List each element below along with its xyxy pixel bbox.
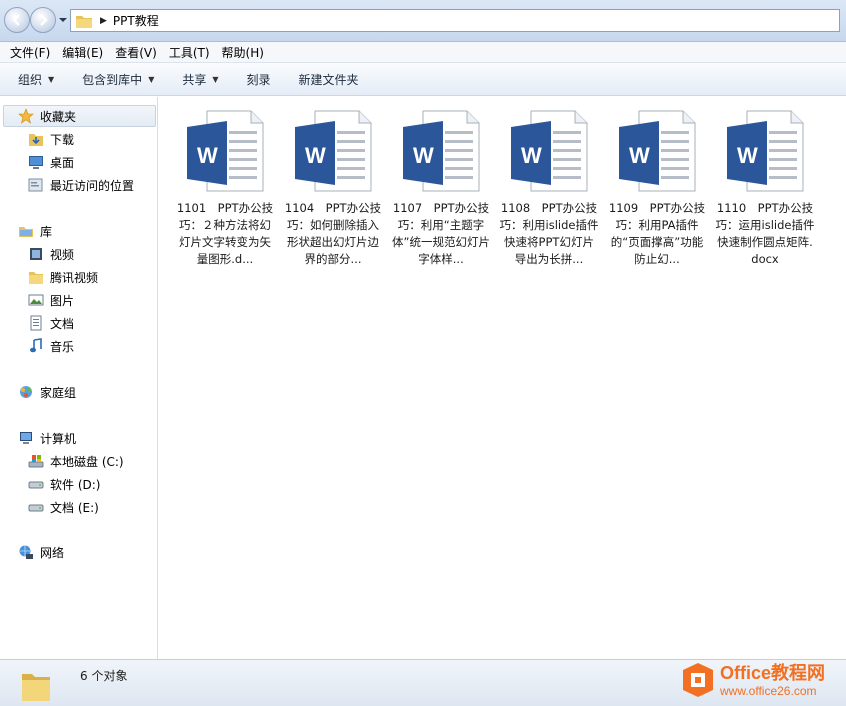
svg-text:W: W <box>629 143 650 168</box>
file-item[interactable]: W 1107 PPT办公技巧：利用“主题字体”统一规范幻灯片字体样... <box>391 97 491 267</box>
back-button[interactable] <box>4 7 30 33</box>
folder-icon <box>76 15 92 28</box>
nav-item-downloads[interactable]: 下载 <box>28 128 74 150</box>
nav-item-drive-d[interactable]: 软件 (D:) <box>28 473 100 495</box>
word-document-icon: W <box>619 110 696 192</box>
navigation-pane: 收藏夹 下载 桌面 最近访问的位置 库 视频 腾讯视频 图片 文档 音乐 家庭组 <box>0 97 158 659</box>
word-document-icon: W <box>511 110 588 192</box>
nav-item-videos[interactable]: 视频 <box>28 243 74 265</box>
share-button[interactable]: 共享 ▼ <box>174 71 226 88</box>
chevron-down-icon: ▼ <box>212 74 219 84</box>
file-name: 1108 PPT办公技巧：利用islide插件快速将PPT幻灯片导出为长拼... <box>499 201 599 266</box>
arrow-left-icon <box>12 14 20 26</box>
file-item[interactable]: W 1110 PPT办公技巧：运用islide插件快速制作圆点矩阵.docx <box>715 97 815 267</box>
drive-icon <box>28 504 44 512</box>
include-in-library-button[interactable]: 包含到库中 ▼ <box>74 71 162 88</box>
menu-tools[interactable]: 工具(T) <box>163 44 216 61</box>
chevron-down-icon: ▼ <box>48 74 55 84</box>
nav-item-music[interactable]: 音乐 <box>28 335 74 357</box>
menu-edit[interactable]: 编辑(E) <box>56 44 109 61</box>
desktop-icon <box>29 156 43 169</box>
watermark-logo: Office教程网 www.office26.com <box>680 657 846 703</box>
word-document-icon: W <box>187 110 264 192</box>
homegroup-icon <box>20 386 32 398</box>
network-icon <box>19 545 33 559</box>
library-icon <box>19 227 33 237</box>
new-folder-button[interactable]: 新建文件夹 <box>291 71 367 88</box>
menu-view[interactable]: 查看(V) <box>109 44 163 61</box>
folder-icon <box>22 674 50 701</box>
file-name: 1110 PPT办公技巧：运用islide插件快速制作圆点矩阵.docx <box>715 201 815 266</box>
system-drive-icon <box>28 455 44 468</box>
nav-network[interactable]: 网络 <box>18 541 64 563</box>
file-name: 1101 PPT办公技巧：２种方法将幻灯片文字转变为矢量图形.d... <box>176 201 274 266</box>
folder-icon <box>29 272 43 284</box>
command-bar: 组织 ▼ 包含到库中 ▼ 共享 ▼ 刻录 新建文件夹 <box>0 63 846 96</box>
menu-file[interactable]: 文件(F) <box>4 44 56 61</box>
office-logo-icon <box>683 663 713 697</box>
address-bar: ▶ PPT教程 <box>0 0 846 42</box>
nav-item-desktop[interactable]: 桌面 <box>28 151 74 173</box>
nav-item-documents[interactable]: 文档 <box>28 312 74 334</box>
computer-icon <box>20 432 32 444</box>
file-name: 1107 PPT办公技巧：利用“主题字体”统一规范幻灯片字体样... <box>392 201 490 266</box>
svg-text:W: W <box>197 143 218 168</box>
picture-icon <box>28 294 44 306</box>
music-icon <box>30 338 42 353</box>
breadcrumb-separator-icon[interactable]: ▶ <box>100 16 107 26</box>
forward-button[interactable] <box>30 7 56 33</box>
svg-text:W: W <box>305 143 326 168</box>
watermark-title: Office教程网 <box>720 662 826 683</box>
word-document-icon: W <box>403 110 480 192</box>
file-list: W 1101 PPT办公技巧：２种方法将幻灯片文字转变为矢量图形.d... W … <box>159 97 846 659</box>
organize-button[interactable]: 组织 ▼ <box>10 71 62 88</box>
menu-help[interactable]: 帮助(H) <box>216 44 270 61</box>
nav-libraries[interactable]: 库 <box>18 220 52 242</box>
nav-item-pictures[interactable]: 图片 <box>28 289 74 311</box>
recent-pages-dropdown-icon[interactable] <box>58 15 68 25</box>
watermark-url: www.office26.com <box>720 683 817 698</box>
nav-favorites[interactable]: 收藏夹 <box>3 105 156 127</box>
file-item[interactable]: W 1109 PPT办公技巧：利用PA插件的“页面撑高”功能防止幻... <box>607 97 707 267</box>
document-icon <box>30 315 42 331</box>
address-box[interactable]: ▶ PPT教程 <box>70 9 840 32</box>
video-icon <box>30 248 42 260</box>
item-count: 6 个对象 <box>80 669 128 683</box>
nav-item-recent-places[interactable]: 最近访问的位置 <box>28 174 134 196</box>
word-document-icon: W <box>727 110 804 192</box>
nav-item-tencent-video[interactable]: 腾讯视频 <box>28 266 98 288</box>
file-item[interactable]: W 1104 PPT办公技巧：如何删除插入形状超出幻灯片边界的部分... <box>283 97 383 267</box>
nav-homegroup[interactable]: 家庭组 <box>18 381 76 403</box>
svg-text:W: W <box>521 143 542 168</box>
svg-text:W: W <box>413 143 434 168</box>
arrow-right-icon <box>40 14 48 26</box>
nav-computer[interactable]: 计算机 <box>18 427 76 449</box>
chevron-down-icon: ▼ <box>148 74 155 84</box>
burn-button[interactable]: 刻录 <box>239 71 279 88</box>
menu-bar: 文件(F) 编辑(E) 查看(V) 工具(T) 帮助(H) <box>0 42 846 63</box>
recent-places-icon <box>28 178 43 192</box>
star-icon <box>18 108 34 124</box>
drive-icon <box>28 481 44 489</box>
downloads-folder-icon <box>29 134 43 146</box>
file-item[interactable]: W 1108 PPT办公技巧：利用islide插件快速将PPT幻灯片导出为长拼.… <box>499 97 599 267</box>
breadcrumb-current[interactable]: PPT教程 <box>113 12 159 29</box>
nav-item-drive-c[interactable]: 本地磁盘 (C:) <box>28 450 124 472</box>
file-name: 1109 PPT办公技巧：利用PA插件的“页面撑高”功能防止幻... <box>608 201 706 266</box>
svg-text:W: W <box>737 143 758 168</box>
word-document-icon: W <box>295 110 372 192</box>
nav-item-drive-e[interactable]: 文档 (E:) <box>28 496 99 518</box>
file-name: 1104 PPT办公技巧：如何删除插入形状超出幻灯片边界的部分... <box>284 201 382 266</box>
file-item[interactable]: W 1101 PPT办公技巧：２种方法将幻灯片文字转变为矢量图形.d... <box>175 97 275 267</box>
